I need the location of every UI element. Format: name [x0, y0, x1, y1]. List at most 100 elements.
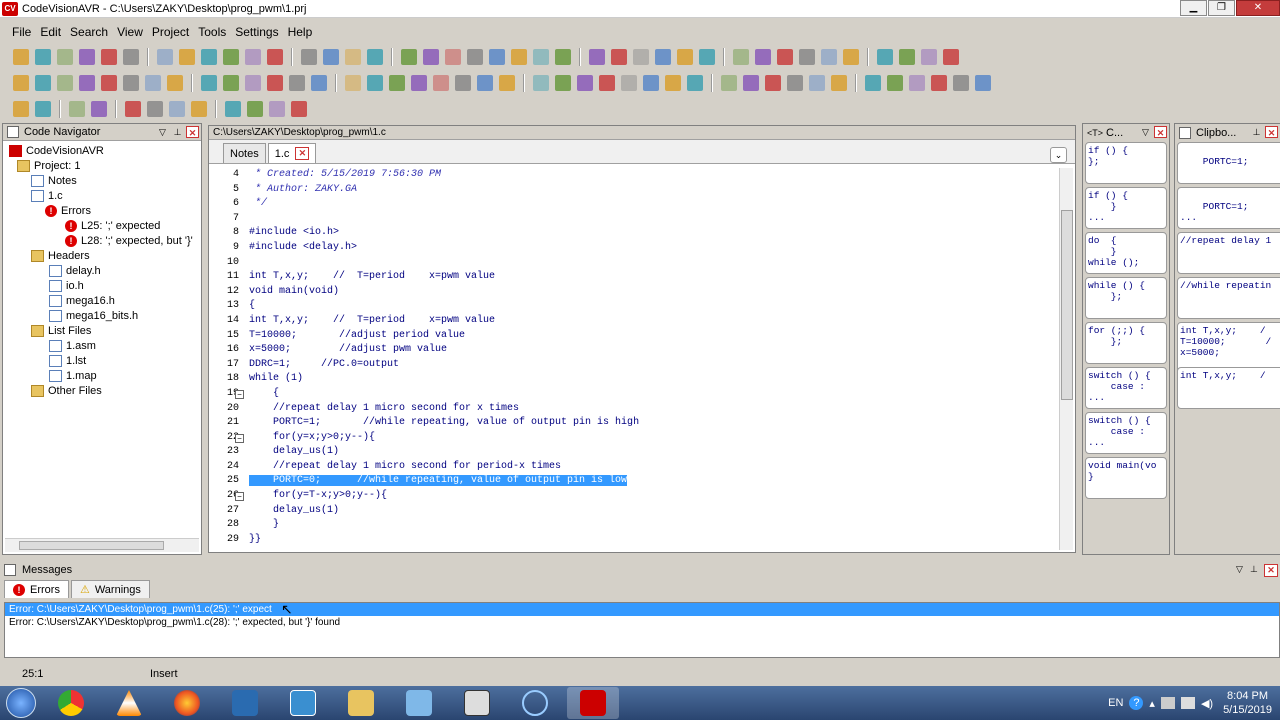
code-line[interactable]: x=5000; //adjust pwm value	[249, 343, 1059, 358]
code-line[interactable]: delay_us(1)	[249, 504, 1059, 519]
language-indicator[interactable]: EN	[1108, 697, 1123, 709]
toolbar-button-icon[interactable]	[611, 49, 627, 65]
toolbar-button-icon[interactable]	[677, 49, 693, 65]
tab-errors[interactable]: ! Errors	[4, 580, 69, 598]
toolbar-button-icon[interactable]	[167, 75, 183, 91]
tree-item[interactable]: ! L28: ';' expected, but '}'	[65, 233, 193, 248]
code-line[interactable]: }	[249, 518, 1059, 533]
toolbar-button-icon[interactable]	[13, 101, 29, 117]
menu-search[interactable]: Search	[70, 25, 108, 39]
toolbar-button-icon[interactable]	[323, 49, 339, 65]
toolbar-button-icon[interactable]	[301, 49, 317, 65]
menu-file[interactable]: File	[12, 25, 31, 39]
toolbar-button-icon[interactable]	[35, 101, 51, 117]
code-line[interactable]	[249, 256, 1059, 271]
toolbar-button-icon[interactable]	[245, 75, 261, 91]
chevron-down-icon[interactable]: ▽	[156, 126, 169, 138]
tree-item[interactable]: 1.asm	[49, 338, 96, 353]
toolbar-button-icon[interactable]	[787, 75, 803, 91]
clipboard-snippet[interactable]: //while repeatin	[1177, 277, 1280, 319]
toolbar-button-icon[interactable]	[125, 101, 141, 117]
toolbar-button-icon[interactable]	[743, 75, 759, 91]
code-line[interactable]: int T,x,y; // T=period x=pwm value	[249, 270, 1059, 285]
toolbar-button-icon[interactable]	[865, 75, 881, 91]
editor-vscroll[interactable]	[1059, 168, 1073, 550]
menu-project[interactable]: Project	[152, 25, 189, 39]
toolbar-button-icon[interactable]	[555, 75, 571, 91]
code-line[interactable]: while (1)	[249, 372, 1059, 387]
close-navigator-icon[interactable]: ✕	[186, 126, 199, 138]
code-line[interactable]: //repeat delay 1 micro second for period…	[249, 460, 1059, 475]
pin-icon[interactable]: ⊥	[1250, 126, 1263, 138]
code-line[interactable]: {	[249, 387, 1059, 402]
template-snippet[interactable]: if () { } ...	[1085, 187, 1167, 229]
code-line[interactable]: PORTC=0; //while repeating, value of out…	[249, 474, 1059, 489]
toolbar-button-icon[interactable]	[79, 75, 95, 91]
code-line[interactable]: for(y=x;y>0;y--){	[249, 431, 1059, 446]
toolbar-button-icon[interactable]	[643, 75, 659, 91]
clipboard-snippet[interactable]: int T,x,y; /	[1177, 367, 1280, 409]
toolbar-button-icon[interactable]	[877, 49, 893, 65]
toolbar-button-icon[interactable]	[755, 49, 771, 65]
toolbar-button-icon[interactable]	[489, 49, 505, 65]
template-snippet[interactable]: switch () { case : ...	[1085, 367, 1167, 409]
toolbar-button-icon[interactable]	[843, 49, 859, 65]
close-messages-icon[interactable]: ✕	[1264, 564, 1278, 577]
toolbar-button-icon[interactable]	[765, 75, 781, 91]
clipboard-snippet[interactable]: PORTC=1; ...	[1177, 187, 1280, 229]
toolbar-button-icon[interactable]	[831, 75, 847, 91]
template-snippet[interactable]: switch () { case : ...	[1085, 412, 1167, 454]
menu-settings[interactable]: Settings	[235, 25, 278, 39]
toolbar-button-icon[interactable]	[123, 49, 139, 65]
toolbar-button-icon[interactable]	[943, 49, 959, 65]
toolbar-button-icon[interactable]	[433, 75, 449, 91]
clipboard-snippet[interactable]: PORTC=1;	[1177, 142, 1280, 184]
toolbar-button-icon[interactable]	[555, 49, 571, 65]
game-app[interactable]	[219, 687, 271, 719]
code-line[interactable]: PORTC=1; //while repeating, value of out…	[249, 416, 1059, 431]
atom-app[interactable]	[509, 687, 561, 719]
tree-item[interactable]: ! Errors	[45, 203, 91, 218]
toolbar-button-icon[interactable]	[201, 49, 217, 65]
code-line[interactable]: delay_us(1)	[249, 445, 1059, 460]
toolbar-button-icon[interactable]	[899, 49, 915, 65]
code-line[interactable]: DDRC=1; //PC.0=output	[249, 358, 1059, 373]
toolbar-button-icon[interactable]	[599, 75, 615, 91]
toolbar-button-icon[interactable]	[13, 75, 29, 91]
toolbar-button-icon[interactable]	[633, 49, 649, 65]
tree-item[interactable]: CodeVisionAVR	[9, 143, 104, 158]
code-line[interactable]: */	[249, 197, 1059, 212]
toolbar-button-icon[interactable]	[201, 75, 217, 91]
code-line[interactable]: void main(void)	[249, 285, 1059, 300]
chevron-down-icon[interactable]: ▽	[1139, 126, 1152, 138]
editor-vscroll-thumb[interactable]	[1061, 210, 1073, 400]
tree-item[interactable]: Notes	[31, 173, 77, 188]
start-button[interactable]	[0, 686, 42, 720]
codevision-app[interactable]	[567, 687, 619, 719]
toolbar-button-icon[interactable]	[477, 75, 493, 91]
tree-item[interactable]: mega16.h	[49, 293, 115, 308]
tree-item[interactable]: Other Files	[31, 383, 102, 398]
template-snippet[interactable]: void main(vo }	[1085, 457, 1167, 499]
template-snippet[interactable]: do { } while ();	[1085, 232, 1167, 274]
toolbar-button-icon[interactable]	[13, 49, 29, 65]
speaker-icon[interactable]: ◀)	[1201, 697, 1213, 710]
toolbar-button-icon[interactable]	[291, 101, 307, 117]
code-line[interactable]	[249, 212, 1059, 227]
menu-view[interactable]: View	[117, 25, 143, 39]
toolbar-button-icon[interactable]	[367, 49, 383, 65]
toolbar-button-icon[interactable]	[267, 49, 283, 65]
code-line[interactable]: * Author: ZAKY.GA	[249, 183, 1059, 198]
toolbar-button-icon[interactable]	[69, 101, 85, 117]
toolbar-button-icon[interactable]	[267, 75, 283, 91]
minimize-button[interactable]: ▁	[1180, 0, 1207, 16]
toolbar-button-icon[interactable]	[467, 49, 483, 65]
toolbar-button-icon[interactable]	[289, 75, 305, 91]
close-button[interactable]: ✕	[1236, 0, 1280, 16]
toolbar-button-icon[interactable]	[733, 49, 749, 65]
calculator-app[interactable]	[451, 687, 503, 719]
vlc-app[interactable]	[103, 687, 155, 719]
toolbar-button-icon[interactable]	[777, 49, 793, 65]
toolbar-button-icon[interactable]	[147, 101, 163, 117]
toolbar-button-icon[interactable]	[533, 49, 549, 65]
